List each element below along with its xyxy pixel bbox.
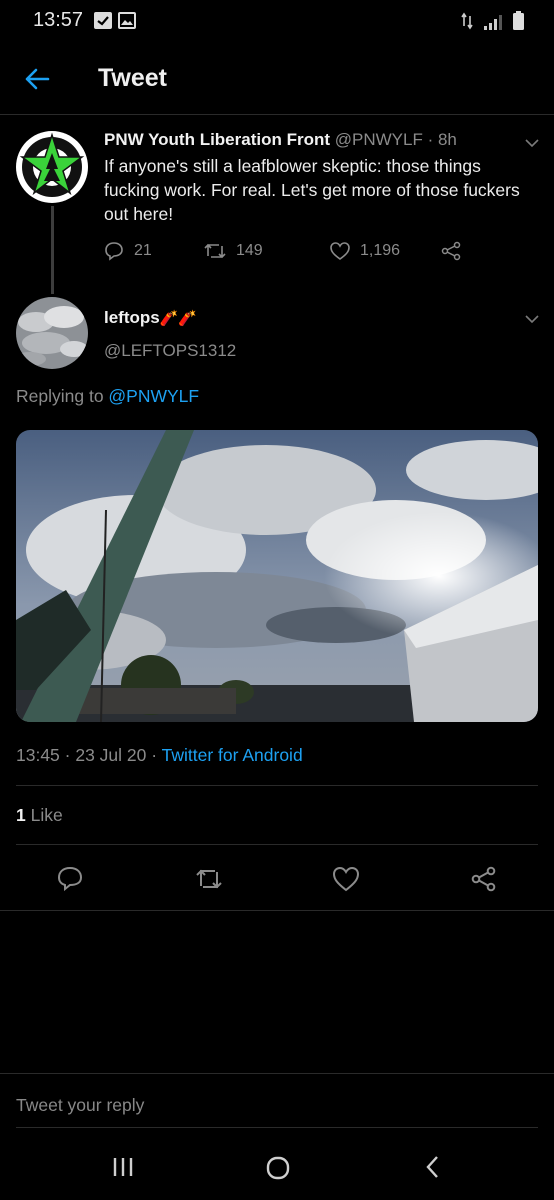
likes-summary[interactable]: 1 Like [16, 805, 63, 826]
page-title: Tweet [98, 64, 167, 92]
tweet-date: 23 Jul 20 [75, 745, 147, 765]
replying-to: Replying to @PNWYLF [16, 386, 199, 407]
data-arrows-icon [461, 12, 473, 30]
star-logo-icon [18, 132, 86, 201]
chevron-down-icon[interactable] [525, 312, 539, 326]
reply-icon [105, 242, 123, 261]
status-right [461, 11, 524, 30]
system-nav-bar [0, 1135, 554, 1200]
status-bar: 13:57 [0, 0, 554, 40]
retweet-icon[interactable] [194, 864, 224, 894]
replying-prefix: Replying to [16, 386, 109, 406]
tweet-actions [0, 858, 554, 898]
likes-count: 1 [16, 805, 26, 825]
divider [16, 1127, 538, 1128]
tweet-source-link[interactable]: Twitter for Android [162, 745, 303, 765]
arrow-left-icon[interactable] [22, 64, 52, 94]
tweet-header: PNW Youth Liberation Front @PNWYLF · 8h [104, 130, 457, 150]
share-icon [441, 241, 461, 261]
share-button[interactable] [440, 240, 462, 262]
status-time: 13:57 [33, 9, 84, 31]
chevron-down-icon[interactable] [525, 136, 539, 150]
tweet-actions: 21 149 1,196 [103, 240, 473, 268]
share-icon[interactable] [469, 864, 499, 894]
avatar[interactable] [16, 297, 88, 369]
reply-icon[interactable] [55, 864, 85, 894]
cloud-avatar-icon [16, 297, 88, 369]
divider [16, 785, 538, 786]
name-emoji: 🧨🧨 [159, 310, 198, 327]
avatar[interactable] [16, 131, 88, 203]
checkbox-icon [94, 12, 112, 29]
gallery-icon [118, 12, 136, 29]
tweet-text: If anyone's still a leafblower skeptic: … [104, 156, 520, 224]
author-name[interactable]: leftops [104, 308, 160, 327]
divider [16, 844, 538, 845]
signal-icon [484, 15, 502, 30]
heart-icon [330, 242, 350, 260]
app-header: Tweet [0, 40, 554, 115]
thread-line [51, 206, 54, 294]
tweet-meta: 13:45 · 23 Jul 20 · Twitter for Android [16, 745, 303, 766]
tweet-time: 13:45 [16, 745, 60, 765]
heart-icon[interactable] [331, 864, 361, 894]
tweet-photo[interactable] [16, 430, 538, 722]
reply-count: 21 [134, 242, 152, 259]
replying-to-link[interactable]: @PNWYLF [108, 386, 199, 406]
home-icon[interactable] [264, 1154, 292, 1182]
likes-label: Like [25, 805, 63, 825]
reply-author: leftops🧨🧨 [104, 308, 197, 328]
like-button[interactable]: 1,196 [329, 240, 400, 262]
reply-button[interactable]: 21 [103, 240, 152, 262]
battery-icon [513, 11, 524, 30]
back-icon[interactable] [420, 1154, 446, 1180]
retweet-count: 149 [236, 242, 263, 259]
recents-icon[interactable] [110, 1154, 136, 1180]
author-handle: @LEFTOPS1312 [104, 341, 237, 360]
author-name[interactable]: PNW Youth Liberation Front [104, 130, 330, 149]
author-handle: @PNWYLF [334, 130, 423, 149]
retweet-button[interactable]: 149 [203, 240, 263, 262]
meta-separator: · [146, 745, 162, 765]
divider [0, 910, 554, 911]
like-count: 1,196 [360, 242, 401, 259]
retweet-icon [204, 243, 226, 259]
separator: · [422, 130, 438, 149]
reply-input[interactable]: Tweet your reply [16, 1095, 538, 1121]
divider [0, 1073, 554, 1074]
tweet-age: 8h [437, 130, 457, 149]
meta-separator: · [59, 745, 76, 765]
sky-photo-image [16, 430, 538, 722]
